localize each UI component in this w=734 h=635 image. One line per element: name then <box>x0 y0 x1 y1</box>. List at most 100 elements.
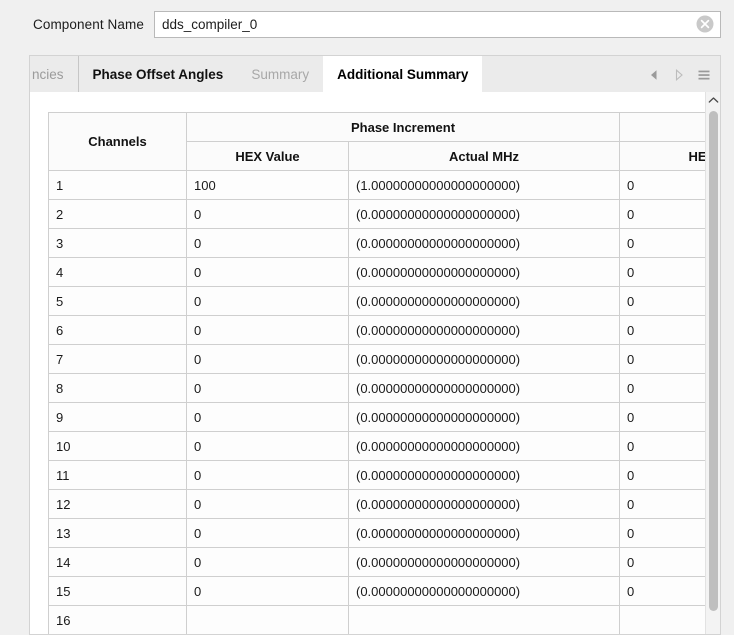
table-cell-channels[interactable]: 11 <box>48 460 187 490</box>
triangle-left-icon[interactable] <box>647 68 661 82</box>
table-cell-hex-valu[interactable]: 0 <box>619 228 705 258</box>
table-row[interactable]: 9 0 (0.00000000000000000000) 0 <box>48 402 705 432</box>
table-row[interactable]: 7 0 (0.00000000000000000000) 0 <box>48 344 705 374</box>
clear-circle-x-icon[interactable] <box>695 14 715 34</box>
table-cell-channels[interactable]: 2 <box>48 199 187 229</box>
table-cell-channels[interactable]: 1 <box>48 170 187 200</box>
table-cell-hex-value[interactable]: 0 <box>186 228 349 258</box>
table-cell-hex-valu[interactable]: 0 <box>619 460 705 490</box>
table-cell-channels[interactable]: 13 <box>48 518 187 548</box>
table-cell-hex-valu[interactable]: 0 <box>619 547 705 577</box>
table-cell-actual-mhz[interactable]: (0.00000000000000000000) <box>347 286 621 316</box>
table-cell-actual-mhz[interactable]: (1.00000000000000000000) <box>347 170 621 200</box>
table-cell-channels[interactable]: 6 <box>48 315 187 345</box>
table-cell-hex-valu[interactable]: 0 <box>619 344 705 374</box>
triangle-right-icon[interactable] <box>672 68 686 82</box>
table-cell-hex-value[interactable]: 0 <box>186 199 349 229</box>
tab-additional-summary[interactable]: Additional Summary <box>323 56 483 93</box>
table-cell-actual-mhz[interactable]: (0.00000000000000000000) <box>347 199 621 229</box>
table-row[interactable]: 13 0 (0.00000000000000000000) 0 <box>48 518 705 548</box>
table-cell-channels[interactable]: 15 <box>48 576 187 606</box>
table-row[interactable]: 4 0 (0.00000000000000000000) 0 <box>48 257 705 287</box>
table-cell-channels[interactable]: 4 <box>48 257 187 287</box>
table-cell-hex-valu[interactable]: 0 <box>619 518 705 548</box>
table-cell-hex-value[interactable]: 0 <box>186 257 349 287</box>
table-cell-channels[interactable]: 9 <box>48 402 187 432</box>
table-row[interactable]: 14 0 (0.00000000000000000000) 0 <box>48 547 705 577</box>
table-cell-actual-mhz[interactable]: (0.00000000000000000000) <box>347 489 621 519</box>
column-header-actual-mhz[interactable]: Actual MHz <box>347 141 621 171</box>
table-cell-channels[interactable]: 7 <box>48 344 187 374</box>
table-row[interactable]: 8 0 (0.00000000000000000000) 0 <box>48 373 705 403</box>
table-cell-channels[interactable]: 5 <box>48 286 187 316</box>
table-cell-hex-value[interactable]: 100 <box>186 170 349 200</box>
table-row[interactable]: 16 <box>48 605 705 634</box>
table-cell-actual-mhz[interactable]: (0.00000000000000000000) <box>347 518 621 548</box>
table-cell-hex-valu[interactable]: 0 <box>619 170 705 200</box>
table-cell-actual-mhz[interactable] <box>347 605 621 634</box>
table-cell-hex-value[interactable]: 0 <box>186 460 349 490</box>
table-row[interactable]: 3 0 (0.00000000000000000000) 0 <box>48 228 705 258</box>
table-cell-hex-valu[interactable]: 0 <box>619 576 705 606</box>
column-header-hex-value[interactable]: HEX Value <box>186 141 349 171</box>
table-cell-hex-valu[interactable]: 0 <box>619 373 705 403</box>
table-cell-hex-valu[interactable]: 0 <box>619 402 705 432</box>
table-cell-hex-value[interactable]: 0 <box>186 344 349 374</box>
table-row[interactable]: 11 0 (0.00000000000000000000) 0 <box>48 460 705 490</box>
table-cell-actual-mhz[interactable]: (0.00000000000000000000) <box>347 315 621 345</box>
table-row[interactable]: 5 0 (0.00000000000000000000) 0 <box>48 286 705 316</box>
table-cell-actual-mhz[interactable]: (0.00000000000000000000) <box>347 257 621 287</box>
table-cell-channels[interactable]: 16 <box>48 605 187 634</box>
table-cell-channels[interactable]: 10 <box>48 431 187 461</box>
table-row[interactable]: 15 0 (0.00000000000000000000) 0 <box>48 576 705 606</box>
table-cell-hex-value[interactable]: 0 <box>186 431 349 461</box>
hamburger-menu-icon[interactable] <box>697 68 711 82</box>
table-cell-channels[interactable]: 12 <box>48 489 187 519</box>
table-cell-actual-mhz[interactable]: (0.00000000000000000000) <box>347 576 621 606</box>
table-cell-hex-valu[interactable]: 0 <box>619 431 705 461</box>
table-cell-hex-value[interactable]: 0 <box>186 373 349 403</box>
table-cell-hex-valu[interactable] <box>619 605 705 634</box>
table-cell-hex-value[interactable]: 0 <box>186 547 349 577</box>
vertical-scrollbar[interactable] <box>705 92 720 634</box>
table-cell-channels[interactable]: 3 <box>48 228 187 258</box>
table-cell-actual-mhz[interactable]: (0.00000000000000000000) <box>347 344 621 374</box>
table-cell-hex-value[interactable] <box>186 605 349 634</box>
table-cell-hex-valu[interactable]: 0 <box>619 257 705 287</box>
table-scroll-viewport: Channels Phase Increment HEX Value Actua… <box>48 112 705 634</box>
table-cell-hex-valu[interactable]: 0 <box>619 286 705 316</box>
table-cell-actual-mhz[interactable]: (0.00000000000000000000) <box>347 228 621 258</box>
tab-phase-offset-angles[interactable]: Phase Offset Angles <box>77 56 238 93</box>
tab-summary[interactable]: Summary <box>237 56 323 93</box>
table-cell-channels[interactable]: 8 <box>48 373 187 403</box>
table-row[interactable]: 12 0 (0.00000000000000000000) 0 <box>48 489 705 519</box>
table-cell-hex-value[interactable]: 0 <box>186 489 349 519</box>
table-header-row-group: Channels Phase Increment <box>48 112 705 171</box>
column-group-header-phase-increment[interactable]: Phase Increment <box>185 112 621 142</box>
table-cell-actual-mhz[interactable]: (0.00000000000000000000) <box>347 460 621 490</box>
table-cell-actual-mhz[interactable]: (0.00000000000000000000) <box>347 373 621 403</box>
column-header-channels[interactable]: Channels <box>48 112 187 171</box>
table-cell-actual-mhz[interactable]: (0.00000000000000000000) <box>347 402 621 432</box>
table-cell-actual-mhz[interactable]: (0.00000000000000000000) <box>347 431 621 461</box>
tab-frequencies[interactable]: ncies <box>30 56 78 93</box>
scroll-thumb[interactable] <box>709 111 718 611</box>
table-cell-hex-value[interactable]: 0 <box>186 402 349 432</box>
scroll-up-button[interactable] <box>706 92 720 108</box>
table-row[interactable]: 6 0 (0.00000000000000000000) 0 <box>48 315 705 345</box>
table-cell-hex-value[interactable]: 0 <box>186 315 349 345</box>
table-cell-channels[interactable]: 14 <box>48 547 187 577</box>
table-cell-hex-value[interactable]: 0 <box>186 286 349 316</box>
component-name-field[interactable]: dds_compiler_0 <box>153 10 721 38</box>
table-cell-hex-valu[interactable]: 0 <box>619 489 705 519</box>
column-header-hex-value-2[interactable]: HEX Valu <box>619 141 705 171</box>
table-row[interactable]: 1 100 (1.00000000000000000000) 0 <box>48 170 705 200</box>
column-group-header-blank[interactable] <box>619 112 705 142</box>
table-cell-actual-mhz[interactable]: (0.00000000000000000000) <box>347 547 621 577</box>
table-row[interactable]: 10 0 (0.00000000000000000000) 0 <box>48 431 705 461</box>
table-cell-hex-valu[interactable]: 0 <box>619 199 705 229</box>
table-cell-hex-valu[interactable]: 0 <box>619 315 705 345</box>
table-cell-hex-value[interactable]: 0 <box>186 518 349 548</box>
table-row[interactable]: 2 0 (0.00000000000000000000) 0 <box>48 199 705 229</box>
table-cell-hex-value[interactable]: 0 <box>186 576 349 606</box>
